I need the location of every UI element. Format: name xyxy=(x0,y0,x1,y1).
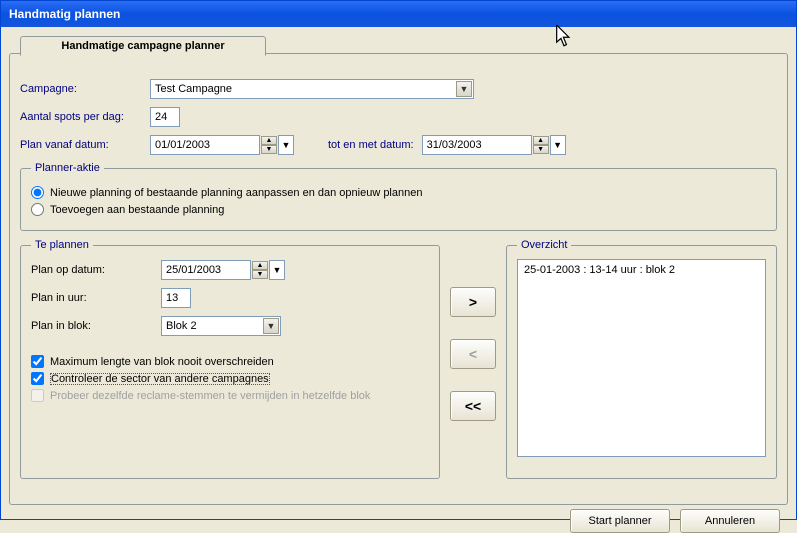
planner-action-group: Planner-aktie Nieuwe planning of bestaan… xyxy=(20,162,777,231)
chk-voice-label: Probeer dezelfde reclame-stemmen te verm… xyxy=(50,390,370,402)
chk-max-block-length[interactable] xyxy=(31,355,44,368)
label-plan-to: tot en met datum: xyxy=(328,139,414,151)
chevron-down-icon: ▼ xyxy=(553,140,562,150)
chevron-up-icon[interactable]: ▲ xyxy=(252,261,268,270)
chevron-up-icon[interactable]: ▲ xyxy=(533,136,549,145)
chevron-down-icon[interactable]: ▼ xyxy=(456,81,472,97)
remove-button[interactable]: < xyxy=(450,339,496,369)
chevron-down-icon[interactable]: ▼ xyxy=(263,318,279,334)
plan-date-value: 25/01/2003 xyxy=(166,264,221,276)
overzicht-legend: Overzicht xyxy=(517,239,571,251)
list-item[interactable]: 25-01-2003 : 13-14 uur : blok 2 xyxy=(524,264,759,276)
radio-append-plan-label: Toevoegen aan bestaande planning xyxy=(50,204,224,216)
chk-max-block-length-label: Maximum lengte van blok nooit overschrei… xyxy=(50,356,274,368)
campaign-value: Test Campagne xyxy=(155,83,232,95)
start-planner-button[interactable]: Start planner xyxy=(570,509,670,533)
label-plan-block: Plan in blok: xyxy=(31,320,161,332)
chevron-down-icon: ▼ xyxy=(282,140,291,150)
plan-hour-value: 13 xyxy=(166,292,178,304)
plan-to-dropdown[interactable]: ▼ xyxy=(550,135,566,155)
chk-sector[interactable] xyxy=(31,372,44,385)
te-plannen-group: Te plannen Plan op datum: 25/01/2003 ▲ ▼… xyxy=(20,239,440,479)
plan-hour-input[interactable]: 13 xyxy=(161,288,191,308)
plan-block-value: Blok 2 xyxy=(166,320,197,332)
spots-per-day-input[interactable]: 24 xyxy=(150,107,180,127)
chk-voice xyxy=(31,389,44,402)
chevron-down-icon[interactable]: ▼ xyxy=(252,270,268,279)
tab-header[interactable]: Handmatige campagne planner xyxy=(20,36,266,56)
overzicht-list[interactable]: 25-01-2003 : 13-14 uur : blok 2 xyxy=(517,259,766,457)
label-plan-from: Plan vanaf datum: xyxy=(20,139,150,151)
spots-per-day-value: 24 xyxy=(155,111,167,123)
chk-sector-label: Controleer de sector van andere campagne… xyxy=(50,373,270,385)
plan-from-spinner[interactable]: ▲ ▼ xyxy=(261,136,277,154)
plan-from-value: 01/01/2003 xyxy=(155,139,255,151)
tab-panel: Handmatige campagne planner Campagne: Te… xyxy=(9,53,788,505)
plan-block-combo[interactable]: Blok 2 ▼ xyxy=(161,316,281,336)
plan-from-dropdown[interactable]: ▼ xyxy=(278,135,294,155)
add-button[interactable]: > xyxy=(450,287,496,317)
te-plannen-legend: Te plannen xyxy=(31,239,93,251)
chevron-down-icon[interactable]: ▼ xyxy=(533,145,549,154)
label-plan-hour: Plan in uur: xyxy=(31,292,161,304)
overzicht-group: Overzicht 25-01-2003 : 13-14 uur : blok … xyxy=(506,239,777,479)
plan-date-dropdown[interactable]: ▼ xyxy=(269,260,285,280)
plan-date-input[interactable]: 25/01/2003 xyxy=(161,260,251,280)
label-plan-date: Plan op datum: xyxy=(31,264,161,276)
plan-to-spinner[interactable]: ▲ ▼ xyxy=(533,136,549,154)
tab-label: Handmatige campagne planner xyxy=(61,40,224,52)
chevron-up-icon[interactable]: ▲ xyxy=(261,136,277,145)
window-title: Handmatig plannen xyxy=(9,7,120,21)
label-campaign: Campagne: xyxy=(20,83,150,95)
plan-date-spinner[interactable]: ▲ ▼ xyxy=(252,261,268,279)
radio-new-plan[interactable] xyxy=(31,186,44,199)
campaign-combo[interactable]: Test Campagne ▼ xyxy=(150,79,474,99)
plan-to-value: 31/03/2003 xyxy=(427,139,527,151)
cancel-button[interactable]: Annuleren xyxy=(680,509,780,533)
radio-append-plan[interactable] xyxy=(31,203,44,216)
label-spots-per-day: Aantal spots per dag: xyxy=(20,111,150,123)
clear-button[interactable]: << xyxy=(450,391,496,421)
plan-from-date[interactable]: 01/01/2003 xyxy=(150,135,260,155)
plan-to-date[interactable]: 31/03/2003 xyxy=(422,135,532,155)
window-titlebar: Handmatig plannen xyxy=(1,1,796,27)
planner-action-legend: Planner-aktie xyxy=(31,162,104,174)
chevron-down-icon[interactable]: ▼ xyxy=(261,145,277,154)
radio-new-plan-label: Nieuwe planning of bestaande planning aa… xyxy=(50,187,422,199)
chevron-down-icon: ▼ xyxy=(273,265,282,275)
